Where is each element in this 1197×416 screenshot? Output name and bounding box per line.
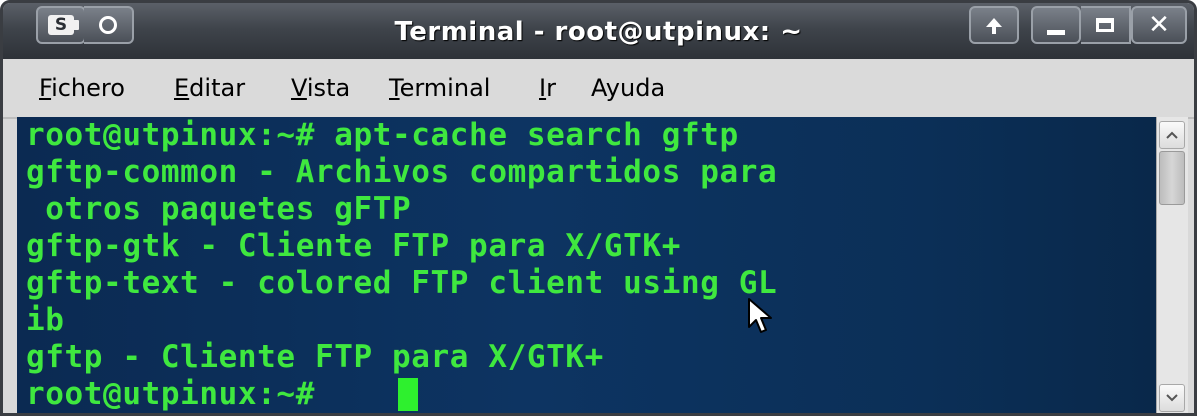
terminal-line: gftp-gtk - Cliente FTP para X/GTK+ — [26, 228, 681, 264]
scroll-up-button[interactable] — [1159, 121, 1185, 149]
minimize-icon — [1047, 29, 1065, 35]
menu-fichero[interactable]: Fichero — [39, 74, 125, 102]
menu-ayuda[interactable]: Ayuda — [591, 74, 665, 102]
menu-ir[interactable]: Ir — [539, 74, 556, 102]
terminal-window: S Terminal - root@utpinux: ~ ✕ Fichero E… — [0, 0, 1197, 416]
maximize-button[interactable] — [1081, 6, 1131, 44]
terminal-prompt: root@utpinux:~# — [26, 376, 335, 412]
minimize-button[interactable] — [1031, 6, 1081, 44]
menu-bar: Fichero Editar Vista Terminal Ir Ayuda — [3, 59, 1194, 119]
chevron-up-icon — [1166, 131, 1178, 139]
terminal-line: gftp - Cliente FTP para X/GTK+ — [26, 339, 604, 375]
terminal-line: ib — [26, 302, 65, 338]
scroll-down-button[interactable] — [1159, 384, 1185, 412]
shade-button[interactable] — [969, 6, 1019, 44]
arrow-up-icon — [986, 17, 1002, 34]
chevron-down-icon — [1166, 394, 1178, 402]
scrollbar-thumb[interactable] — [1159, 151, 1185, 205]
terminal-line: root@utpinux:~# apt-cache search gftp — [26, 117, 739, 153]
menu-terminal[interactable]: Terminal — [389, 74, 490, 102]
vertical-scrollbar[interactable] — [1156, 117, 1188, 413]
close-button[interactable]: ✕ — [1131, 6, 1187, 44]
maximize-icon — [1096, 18, 1114, 32]
terminal-output[interactable]: root@utpinux:~# apt-cache search gftp gf… — [17, 117, 1156, 413]
terminal-line: otros paquetes gFTP — [26, 191, 412, 227]
menu-editar[interactable]: Editar — [174, 74, 245, 102]
title-bar[interactable]: S Terminal - root@utpinux: ~ ✕ — [3, 3, 1194, 59]
text-cursor — [398, 378, 418, 411]
terminal-line: gftp-text - colored FTP client using GL — [26, 265, 778, 301]
close-icon: ✕ — [1148, 10, 1170, 40]
menu-vista[interactable]: Vista — [291, 74, 350, 102]
terminal-line: gftp-common - Archivos compartidos para — [26, 154, 778, 190]
mouse-pointer-icon — [748, 298, 772, 333]
